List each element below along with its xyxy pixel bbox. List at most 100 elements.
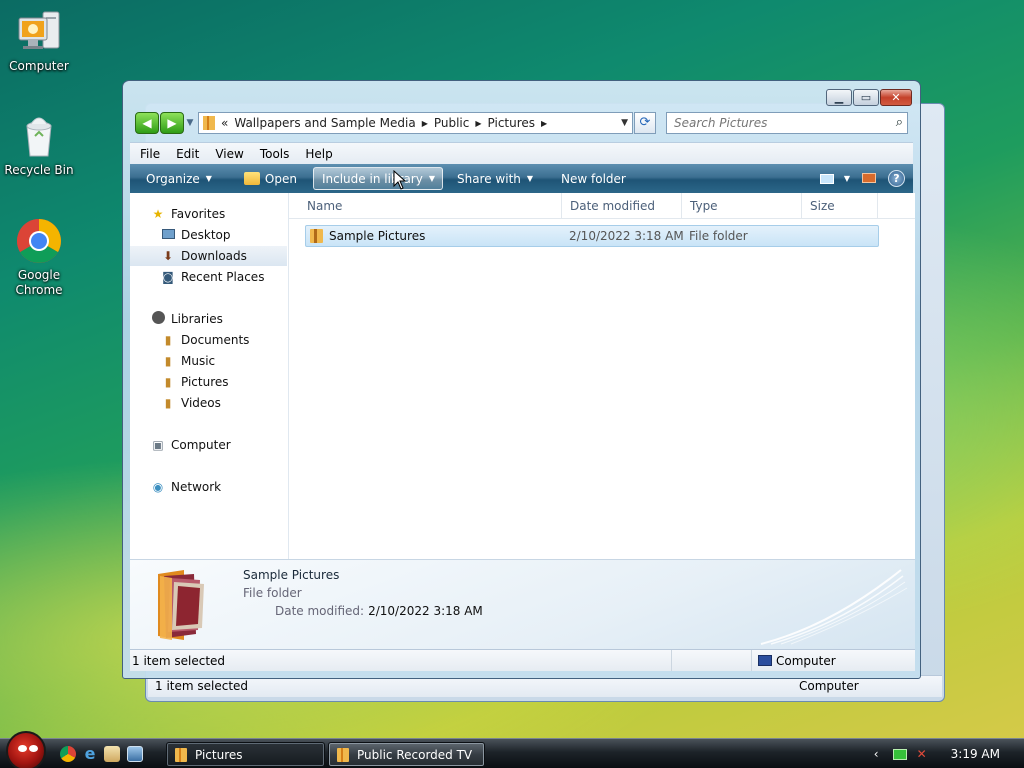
nav-label: Pictures <box>181 375 229 389</box>
address-dropdown-icon[interactable]: ▼ <box>621 113 628 133</box>
nav-desktop[interactable]: Desktop <box>130 225 287 245</box>
recent-pages-dropdown[interactable]: ▼ <box>184 112 196 134</box>
close-icon: ✕ <box>891 91 901 104</box>
explorer-window[interactable]: ▁ ▭ ✕ ◀ ▶ ▼ « Wallpapers and Sample Medi… <box>122 80 921 679</box>
start-button[interactable] <box>6 731 46 768</box>
desktop-icon-recycle-bin[interactable]: Recycle Bin <box>0 112 78 178</box>
status-bar: 1 item selected Computer <box>130 649 915 671</box>
taskbar-button-label: Pictures <box>195 747 243 762</box>
view-options-button[interactable]: ▼ <box>819 173 850 184</box>
organize-button[interactable]: Organize ▼ <box>138 167 220 190</box>
nav-videos[interactable]: ▮ Videos <box>130 393 287 413</box>
file-type: File folder <box>689 229 748 243</box>
show-hidden-icons-button[interactable]: ‹ <box>874 747 879 761</box>
taskbar-button-public-recorded-tv[interactable]: Public Recorded TV <box>328 742 485 767</box>
maximize-button[interactable]: ▭ <box>853 89 879 106</box>
computer-icon <box>758 655 772 666</box>
chevron-down-icon: ▼ <box>526 174 534 183</box>
file-list[interactable]: ▲ Name Date modified Type Size Sample Pi… <box>289 191 915 559</box>
network-status-icon[interactable] <box>892 748 907 760</box>
help-icon[interactable]: ? <box>888 170 905 187</box>
file-name-cell: Sample Pictures <box>306 229 569 243</box>
nav-documents[interactable]: ▮ Documents <box>130 330 287 350</box>
breadcrumb-arrow-icon[interactable]: ▶ <box>422 119 428 128</box>
chrome-quicklaunch-icon[interactable] <box>60 746 76 762</box>
documents-icon: ▮ <box>164 333 172 347</box>
recycle-bin-icon <box>15 112 63 160</box>
search-box[interactable]: ⌕ <box>666 112 908 134</box>
breadcrumb-arrow-icon[interactable]: ▶ <box>475 119 481 128</box>
desktop-icon-google-chrome[interactable]: Google Chrome <box>0 217 78 298</box>
nav-computer[interactable]: ▣ Computer <box>130 435 287 455</box>
menu-edit[interactable]: Edit <box>176 147 199 161</box>
share-with-label: Share with <box>456 171 521 186</box>
new-folder-button[interactable]: New folder <box>553 167 634 190</box>
nav-libraries[interactable]: Libraries <box>130 309 287 329</box>
desktop-icon-computer[interactable]: Computer <box>0 8 78 74</box>
nav-label: Network <box>171 480 222 494</box>
taskbar-button-pictures[interactable]: Pictures <box>166 742 325 767</box>
taskbar: e Pictures Public Recorded TV ‹ ✕ 3:19 A… <box>0 731 1024 768</box>
folder-icon <box>175 747 187 762</box>
column-header-type[interactable]: Type <box>682 193 802 219</box>
start-orb-eye-icon <box>18 745 27 752</box>
menu-view[interactable]: View <box>215 147 243 161</box>
navigation-pane: ★ Favorites Desktop ⬇ Downloads ◙ Recent Pl… <box>130 193 289 559</box>
breadcrumb-pictures[interactable]: Pictures <box>488 116 536 130</box>
breadcrumb-wallpapers[interactable]: Wallpapers and Sample Media <box>234 116 415 130</box>
forward-button[interactable]: ▶ <box>160 112 184 134</box>
search-icon[interactable]: ⌕ <box>896 115 903 130</box>
preview-pane-button[interactable] <box>862 172 876 186</box>
close-button[interactable]: ✕ <box>880 89 912 106</box>
volume-muted-icon[interactable]: ✕ <box>917 747 927 761</box>
nav-downloads[interactable]: ⬇ Downloads <box>130 246 287 266</box>
menu-help[interactable]: Help <box>305 147 332 161</box>
column-header-size[interactable]: Size <box>802 193 878 219</box>
internet-explorer-icon[interactable]: e <box>82 746 98 762</box>
folder-icon <box>337 747 349 762</box>
computer-icon <box>15 8 63 56</box>
recent-places-icon: ◙ <box>162 270 174 284</box>
open-button[interactable]: Open <box>236 167 305 190</box>
file-row[interactable]: Sample Pictures 2/10/2022 3:18 AM File f… <box>305 225 879 247</box>
view-icon <box>819 173 834 184</box>
details-date-modified: Date modified: 2/10/2022 3:18 AM <box>275 604 483 618</box>
desktop-icon-label: Computer <box>9 59 69 73</box>
refresh-button[interactable]: ⟳ <box>634 112 656 134</box>
nav-pictures[interactable]: ▮ Pictures <box>130 372 287 392</box>
show-desktop-icon[interactable] <box>104 746 120 762</box>
nav-label: Computer <box>171 438 231 452</box>
nav-label: Recent Places <box>181 270 265 284</box>
nav-label: Libraries <box>171 312 223 326</box>
switch-windows-icon[interactable] <box>127 746 143 762</box>
nav-music[interactable]: ▮ Music <box>130 351 287 371</box>
music-icon: ▮ <box>164 354 172 368</box>
nav-label: Favorites <box>171 207 226 221</box>
column-header-date-modified[interactable]: Date modified <box>562 193 682 219</box>
mouse-cursor-icon <box>393 170 407 190</box>
share-with-button[interactable]: Share with ▼ <box>449 167 541 190</box>
status-spacer <box>672 650 752 671</box>
menu-file[interactable]: File <box>140 147 160 161</box>
address-bar[interactable]: « Wallpapers and Sample Media ▶ Public ▶… <box>198 112 633 134</box>
menu-tools[interactable]: Tools <box>260 147 290 161</box>
nav-recent-places[interactable]: ◙ Recent Places <box>130 267 287 287</box>
organize-label: Organize <box>146 171 200 186</box>
nav-favorites[interactable]: ★ Favorites <box>130 204 287 224</box>
back-button[interactable]: ◀ <box>135 112 159 134</box>
breadcrumb-public[interactable]: Public <box>434 116 470 130</box>
decorative-swoosh-icon <box>760 569 908 645</box>
search-input[interactable] <box>667 113 877 133</box>
status-location-label: Computer <box>776 653 836 668</box>
details-date-modified-label: Date modified: <box>275 604 365 618</box>
column-header-name[interactable]: Name <box>289 193 562 219</box>
clock[interactable]: 3:19 AM <box>951 747 1000 761</box>
breadcrumb-arrow-icon[interactable]: ▶ <box>541 119 547 128</box>
include-in-library-button[interactable]: Include in library ▼ <box>312 167 443 190</box>
caption-buttons: ▁ ▭ ✕ <box>826 89 912 106</box>
address-overflow[interactable]: « <box>221 116 228 130</box>
minimize-button[interactable]: ▁ <box>826 89 852 106</box>
nav-network[interactable]: ◉ Network <box>130 477 287 497</box>
desktop-icon-label: Recycle Bin <box>4 163 74 177</box>
desktop-icon-label: Google Chrome <box>15 268 63 297</box>
